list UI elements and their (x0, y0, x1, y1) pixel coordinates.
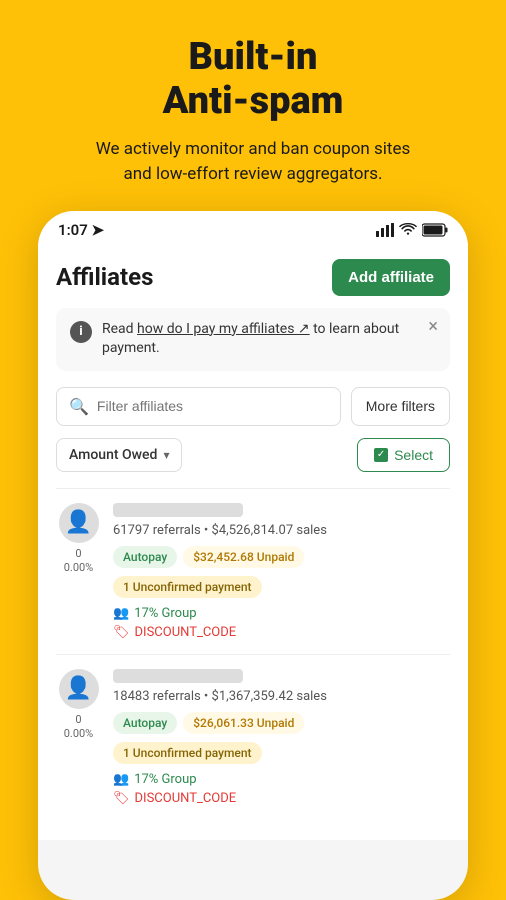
affiliate-details: 18483 referrals • $1,367,359.42 sales Au… (113, 669, 450, 806)
affiliate-name-redacted (113, 669, 243, 683)
info-text: Read how do I pay my affiliates ↗ to lea… (102, 320, 436, 359)
group-icon: 👥 (113, 606, 129, 621)
unpaid-badge: $26,061.33 Unpaid (183, 712, 304, 734)
discount-code-label: 🏷 DISCOUNT_CODE (113, 625, 450, 640)
affiliate-meta: 👥 17% Group 🏷 DISCOUNT_CODE (113, 606, 450, 640)
status-time: 1:07 ➤ (58, 221, 104, 239)
badge-row-2: 1 Unconfirmed payment (113, 576, 450, 598)
affiliates-page-title: Affiliates (56, 263, 153, 291)
signal-icon (376, 223, 394, 237)
badge-row-2: 1 Unconfirmed payment (113, 742, 450, 764)
code-icon: 🏷 (113, 625, 130, 640)
select-checkbox-icon (374, 448, 388, 462)
select-button[interactable]: Select (357, 438, 450, 472)
affiliate-count: 0 0.00% (64, 547, 94, 576)
list-item[interactable]: 👤 0 0.00% 61797 referrals • $4,526,814.0… (56, 488, 450, 654)
autopay-badge: Autopay (113, 712, 177, 734)
badge-row: Autopay $32,452.68 Unpaid (113, 546, 450, 568)
payment-help-link[interactable]: how do I pay my affiliates ↗ (137, 321, 310, 337)
list-item[interactable]: 👤 0 0.00% 18483 referrals • $1,367,359.4… (56, 654, 450, 820)
discount-code-label: 🏷 DISCOUNT_CODE (113, 791, 450, 806)
avatar: 👤 (59, 503, 99, 543)
autopay-badge: Autopay (113, 546, 177, 568)
search-box[interactable]: 🔍 document.querySelector('[data-name="se… (56, 387, 341, 426)
amount-owed-dropdown[interactable]: Amount Owed ▾ (56, 438, 182, 472)
chevron-down-icon: ▾ (163, 448, 169, 462)
affiliates-header: Affiliates Add affiliate (56, 245, 450, 308)
amount-owed-label: Amount Owed (69, 447, 157, 463)
hero-subtitle: We actively monitor and ban coupon sites… (30, 137, 476, 186)
affiliate-referrals: 18483 referrals • $1,367,359.42 sales (113, 689, 450, 704)
affiliate-list: 👤 0 0.00% 61797 referrals • $4,526,814.0… (56, 488, 450, 820)
unconfirmed-badge: 1 Unconfirmed payment (113, 576, 262, 598)
unconfirmed-badge: 1 Unconfirmed payment (113, 742, 262, 764)
user-icon: 👤 (65, 676, 92, 701)
phone-content: Affiliates Add affiliate i Read how do I… (38, 245, 468, 840)
affiliate-left-col: 👤 0 0.00% (56, 503, 101, 576)
select-label: Select (394, 447, 433, 463)
avatar: 👤 (59, 669, 99, 709)
group-icon: 👥 (113, 772, 129, 787)
affiliate-left-col: 👤 0 0.00% (56, 669, 101, 742)
hero-title: Built-inAnti-spam (30, 36, 476, 123)
code-icon: 🏷 (113, 791, 130, 806)
wifi-icon (399, 223, 417, 237)
search-icon: 🔍 (69, 397, 89, 416)
affiliate-details: 61797 referrals • $4,526,814.07 sales Au… (113, 503, 450, 640)
filter-row: 🔍 document.querySelector('[data-name="se… (56, 387, 450, 426)
affiliate-count: 0 0.00% (64, 713, 94, 742)
affiliate-meta: 👥 17% Group 🏷 DISCOUNT_CODE (113, 772, 450, 806)
hero-section: Built-inAnti-spam We actively monitor an… (0, 0, 506, 211)
search-input[interactable] (97, 398, 328, 414)
phone-frame: 1:07 ➤ Affiliates (38, 211, 468, 900)
user-icon: 👤 (65, 510, 92, 535)
status-icons (376, 223, 448, 237)
unpaid-badge: $32,452.68 Unpaid (183, 546, 304, 568)
status-bar: 1:07 ➤ (38, 211, 468, 245)
badge-row: Autopay $26,061.33 Unpaid (113, 712, 450, 734)
close-banner-button[interactable]: × (428, 318, 438, 336)
group-label: 👥 17% Group (113, 606, 450, 621)
group-label: 👥 17% Group (113, 772, 450, 787)
add-affiliate-button[interactable]: Add affiliate (332, 259, 450, 296)
battery-icon (422, 223, 448, 237)
affiliate-referrals: 61797 referrals • $4,526,814.07 sales (113, 523, 450, 538)
affiliate-name-redacted (113, 503, 243, 517)
more-filters-button[interactable]: More filters (351, 387, 450, 426)
info-banner: i Read how do I pay my affiliates ↗ to l… (56, 308, 450, 371)
info-icon: i (70, 321, 92, 343)
sort-row: Amount Owed ▾ Select (56, 438, 450, 472)
